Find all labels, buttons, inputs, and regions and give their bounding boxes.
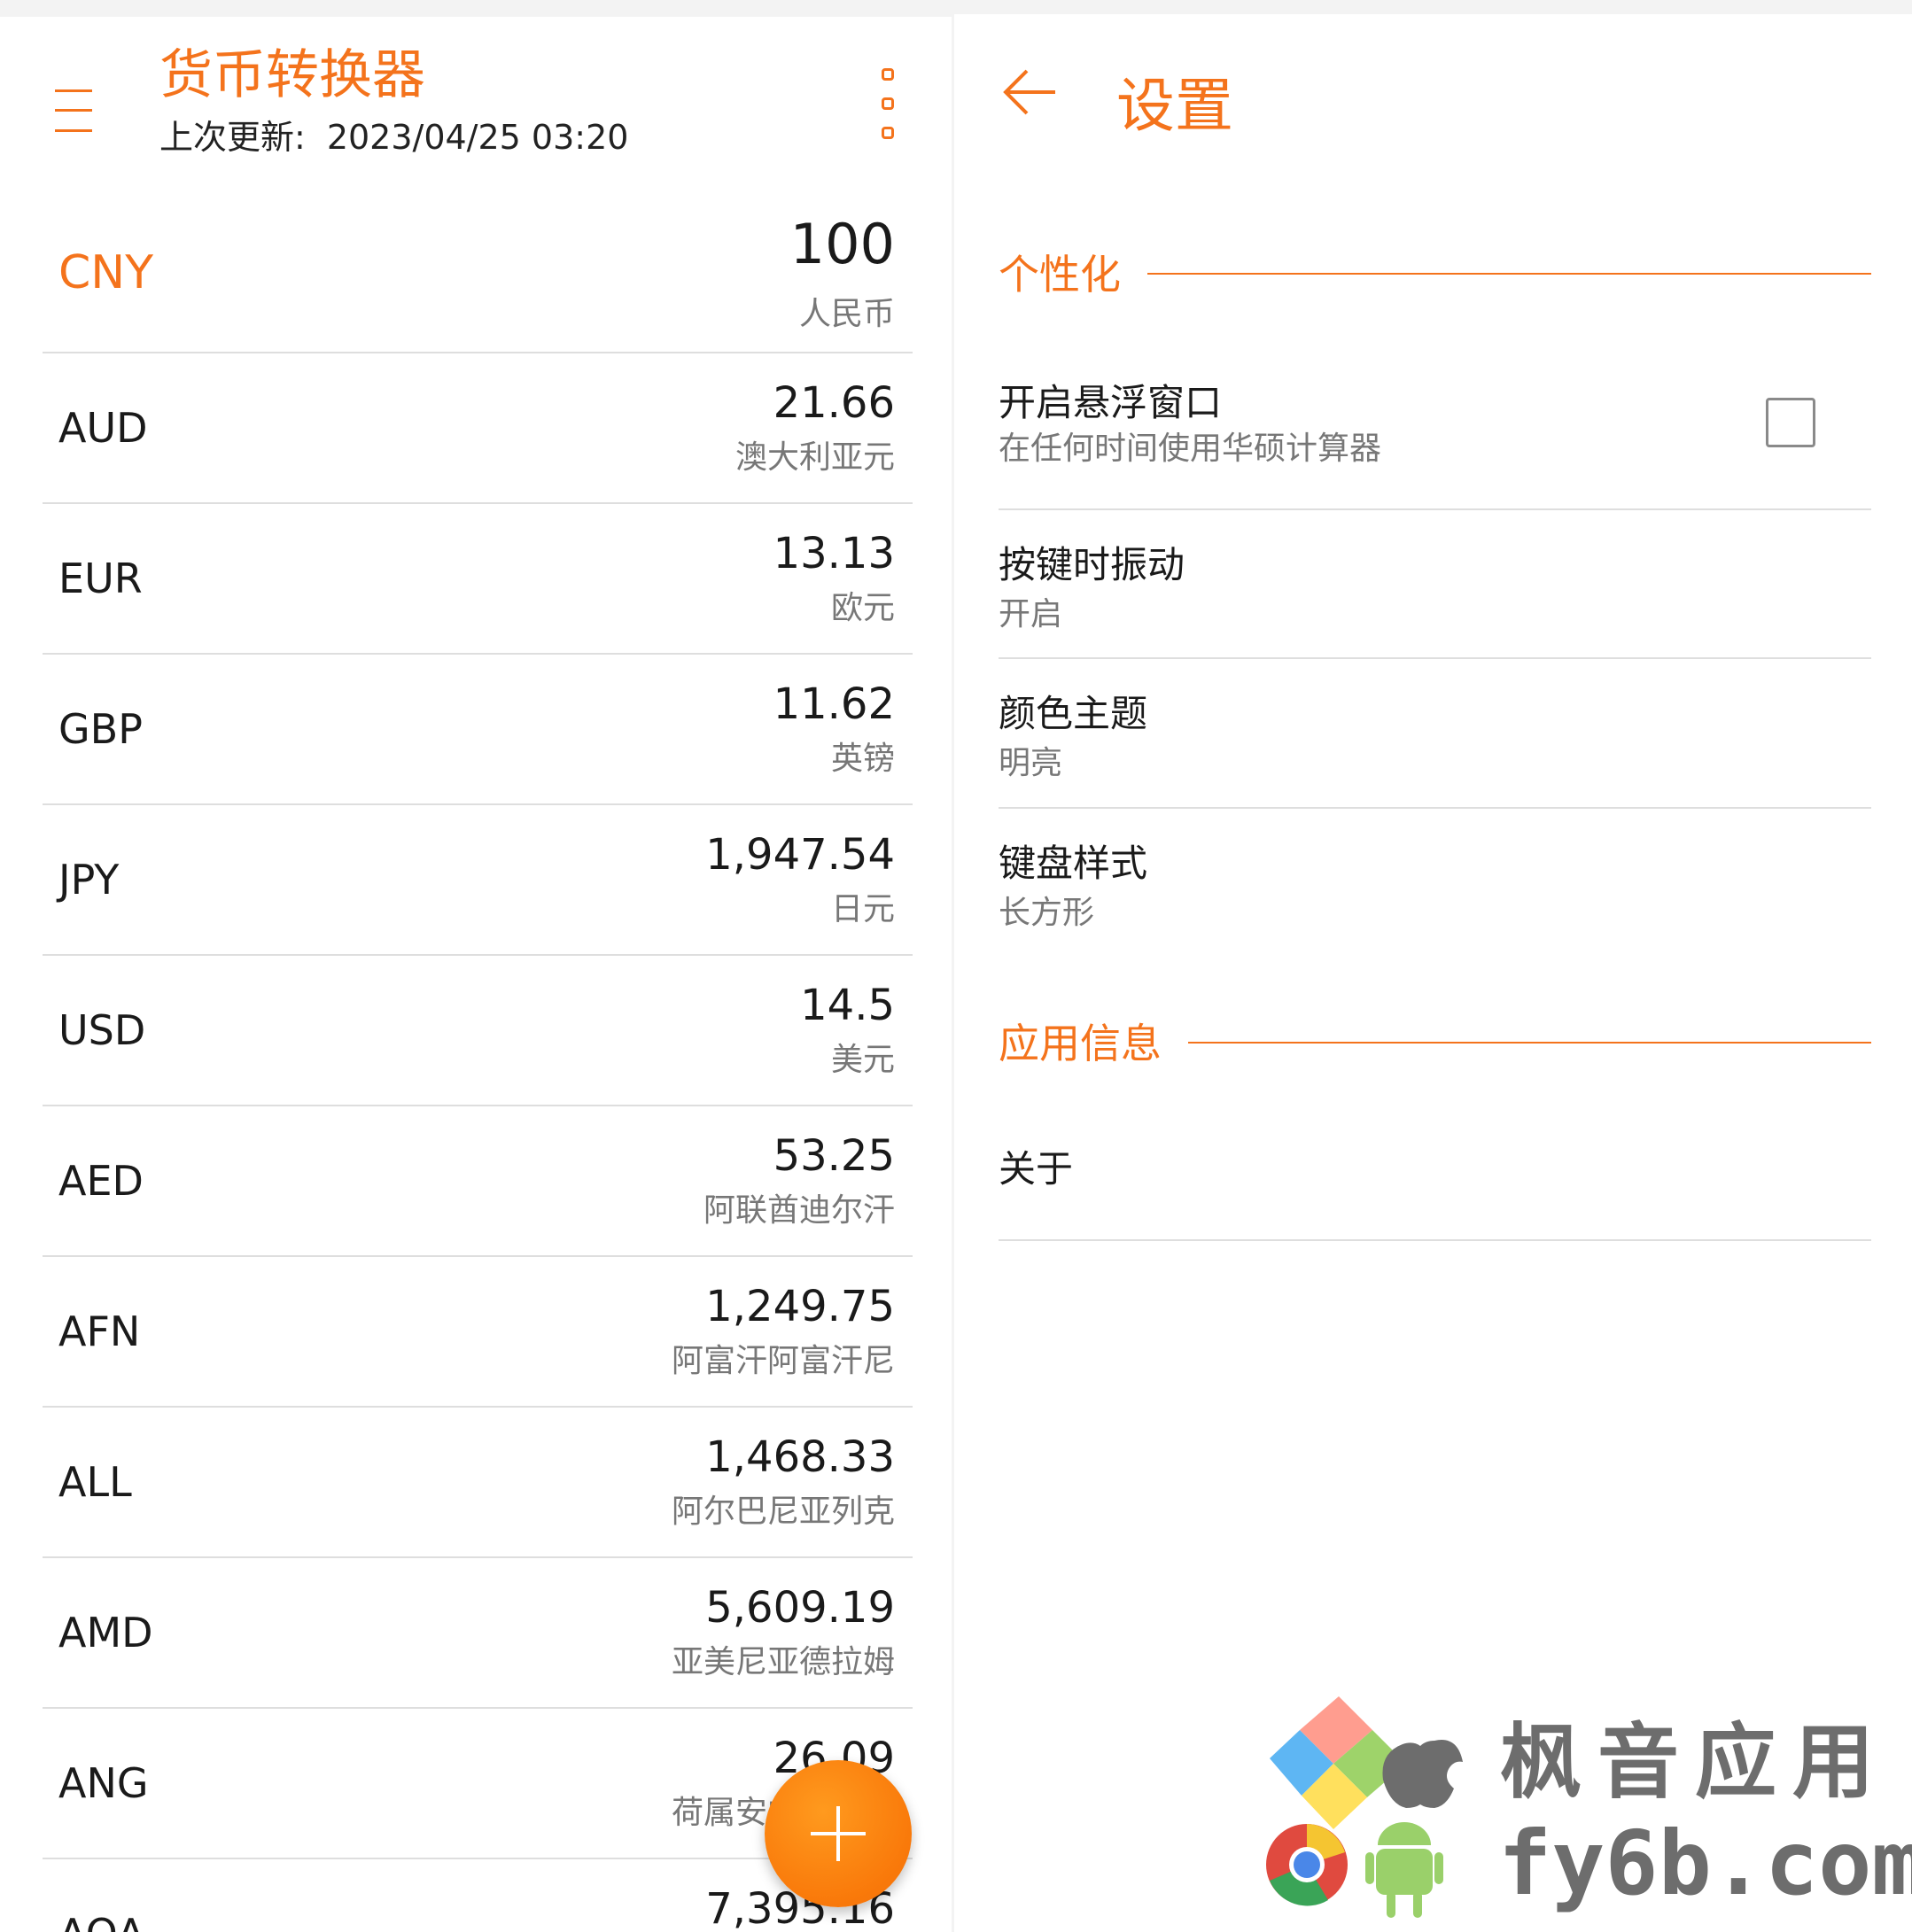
setting-title: 关于 bbox=[999, 1147, 1074, 1191]
setting-subtitle: 明亮 bbox=[999, 745, 1063, 781]
currency-name: 日元 bbox=[830, 891, 895, 927]
add-currency-button[interactable] bbox=[765, 1760, 912, 1907]
currency-code: AUD bbox=[58, 404, 148, 452]
watermark: 枫音应用 fy6b.com bbox=[1263, 1688, 1912, 1927]
setting-title: 颜色主题 bbox=[999, 692, 1148, 735]
color-theme-setting[interactable]: 颜色主题 明亮 bbox=[999, 657, 1871, 809]
setting-title: 按键时振动 bbox=[999, 543, 1185, 586]
currency-row[interactable]: AFN 1,249.75 阿富汗阿富汗尼 bbox=[43, 1257, 913, 1408]
currency-code: AMD bbox=[58, 1609, 153, 1657]
back-arrow-icon[interactable] bbox=[1002, 67, 1059, 117]
currency-code: GBP bbox=[58, 705, 143, 753]
currency-name: 人民币 bbox=[798, 296, 895, 332]
floating-window-checkbox[interactable] bbox=[1766, 398, 1815, 447]
keyboard-style-setting[interactable]: 键盘样式 长方形 bbox=[999, 807, 1871, 956]
currency-amount: 1,249.75 bbox=[705, 1282, 895, 1331]
setting-title: 键盘样式 bbox=[999, 842, 1148, 885]
section-personalization: 个性化 bbox=[999, 243, 1871, 301]
currency-name: 英镑 bbox=[830, 741, 895, 777]
watermark-site: fy6b.com bbox=[1498, 1812, 1912, 1915]
currency-name: 美元 bbox=[830, 1042, 895, 1078]
about-setting[interactable]: 关于 bbox=[999, 1086, 1871, 1241]
last-update-time: 2023/04/25 03:20 bbox=[326, 118, 629, 157]
currency-row[interactable]: AED 53.25 阿联酋迪尔汗 bbox=[43, 1106, 913, 1257]
currency-name: 亚美尼亚德拉姆 bbox=[671, 1644, 895, 1680]
currency-row[interactable]: EUR 13.13 欧元 bbox=[43, 504, 913, 655]
app-title: 货币转换器 bbox=[159, 44, 425, 106]
currency-code: CNY bbox=[58, 246, 153, 299]
currency-name: 欧元 bbox=[830, 590, 895, 626]
currency-code: JPY bbox=[58, 856, 120, 904]
settings-title: 设置 bbox=[1116, 72, 1233, 140]
currency-code: EUR bbox=[58, 555, 143, 602]
currency-code: AOA bbox=[58, 1910, 145, 1932]
currency-amount: 5,609.19 bbox=[705, 1583, 895, 1633]
currency-name: 阿联酋迪尔汗 bbox=[703, 1192, 895, 1229]
setting-subtitle: 在任何时间使用华硕计算器 bbox=[999, 431, 1382, 467]
currency-row[interactable]: AUD 21.66 澳大利亚元 bbox=[43, 353, 913, 504]
currency-amount: 53.25 bbox=[773, 1131, 895, 1181]
setting-title: 开启悬浮窗口 bbox=[999, 381, 1223, 424]
currency-code: ALL bbox=[58, 1458, 132, 1506]
vibrate-setting[interactable]: 按键时振动 开启 bbox=[999, 508, 1871, 659]
currency-row[interactable]: ALL 1,468.33 阿尔巴尼亚列克 bbox=[43, 1408, 913, 1558]
section-label: 个性化 bbox=[999, 243, 1147, 301]
currency-code: ANG bbox=[58, 1759, 149, 1807]
currency-name: 阿富汗阿富汗尼 bbox=[671, 1343, 895, 1379]
currency-code: AFN bbox=[58, 1307, 141, 1355]
currency-list: CNY 100 人民币 AUD 21.66 澳大利亚元 EUR 13.13 欧元… bbox=[43, 194, 913, 1932]
setting-subtitle: 开启 bbox=[999, 596, 1063, 632]
currency-amount: 1,947.54 bbox=[705, 830, 895, 880]
currency-amount: 14.5 bbox=[800, 981, 895, 1030]
currency-amount: 1,468.33 bbox=[705, 1432, 895, 1482]
hamburger-menu-icon[interactable] bbox=[55, 89, 92, 132]
settings-screen: 设置 个性化 开启悬浮窗口 在任何时间使用华硕计算器 按键时振动 开启 颜色主题… bbox=[954, 14, 1912, 1932]
currency-row[interactable]: AMD 5,609.19 亚美尼亚德拉姆 bbox=[43, 1558, 913, 1709]
currency-name: 阿尔巴尼亚列克 bbox=[671, 1494, 895, 1530]
currency-name: 澳大利亚元 bbox=[734, 439, 895, 476]
currency-converter-screen: 货币转换器 上次更新: 2023/04/25 03:20 CNY 100 人民币 … bbox=[0, 17, 952, 1932]
currency-amount: 13.13 bbox=[773, 529, 895, 578]
currency-amount: 21.66 bbox=[773, 378, 895, 428]
more-vert-icon[interactable] bbox=[875, 68, 902, 139]
setting-subtitle: 长方形 bbox=[999, 895, 1095, 931]
last-update-label: 上次更新: bbox=[159, 118, 306, 157]
floating-window-setting[interactable]: 开启悬浮窗口 在任何时间使用华硕计算器 bbox=[999, 353, 1871, 510]
last-update: 上次更新: 2023/04/25 03:20 bbox=[159, 110, 628, 159]
watermark-brand: 枫音应用 bbox=[1500, 1715, 1891, 1810]
currency-code: AED bbox=[58, 1157, 144, 1205]
section-app-info: 应用信息 bbox=[999, 1012, 1871, 1070]
currency-row[interactable]: JPY 1,947.54 日元 bbox=[43, 805, 913, 956]
currency-row[interactable]: USD 14.5 美元 bbox=[43, 956, 913, 1106]
currency-code: USD bbox=[58, 1006, 146, 1054]
currency-row[interactable]: GBP 11.62 英镑 bbox=[43, 655, 913, 805]
section-label: 应用信息 bbox=[999, 1012, 1188, 1070]
currency-amount: 100 bbox=[789, 212, 895, 276]
base-currency-row[interactable]: CNY 100 人民币 bbox=[43, 194, 913, 353]
watermark-logo-icon bbox=[1266, 1696, 1463, 1918]
currency-amount: 11.62 bbox=[773, 679, 895, 729]
